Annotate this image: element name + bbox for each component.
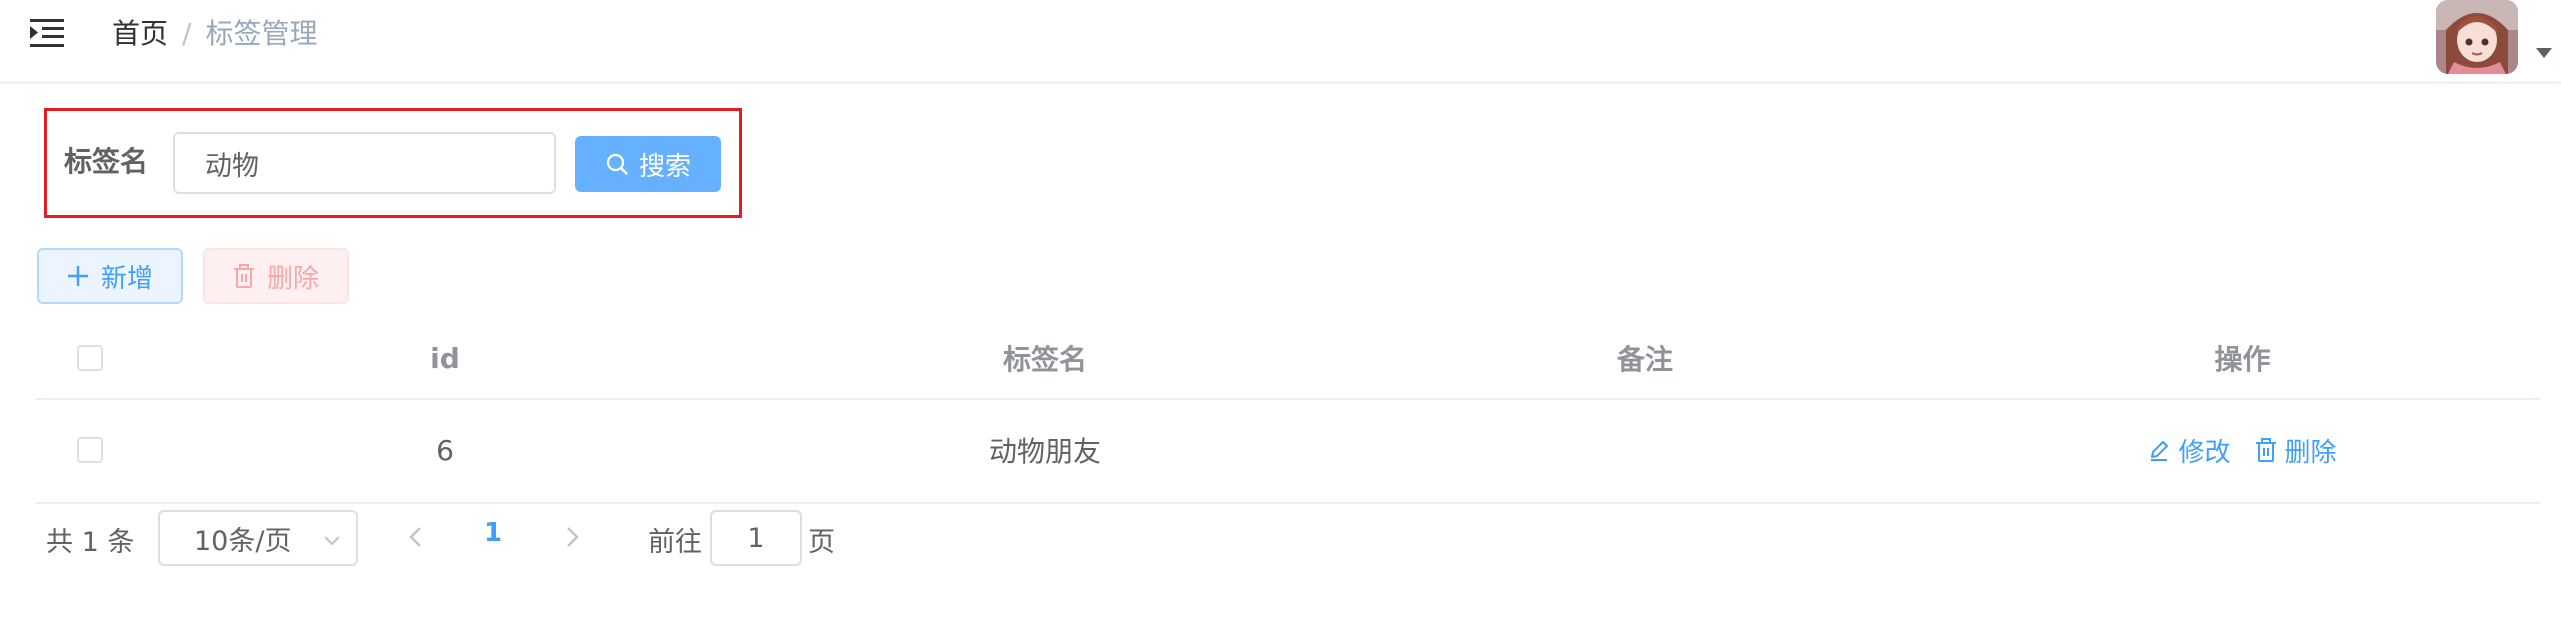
delete-link[interactable]: 删除 [2255,432,2337,469]
column-header-actions: 操作 [2214,343,2271,376]
header-checkbox-cell [35,318,145,398]
chevron-left-icon[interactable] [404,520,428,554]
tag-name-input[interactable] [173,132,556,194]
breadcrumb-current: 标签管理 [205,17,318,50]
table-header: id 标签名 备注 操作 [35,318,2540,400]
navbar: 首页 / 标签管理 [0,0,2561,83]
search-button-label: 搜索 [638,151,691,182]
goto-label: 前往 [648,527,702,558]
search-button[interactable]: 搜索 [575,136,721,192]
goto-page-input[interactable] [710,510,802,566]
edit-label: 修改 [2178,437,2231,468]
edit-icon [2151,441,2169,461]
cell-id: 6 [436,433,454,467]
select-all-checkbox[interactable] [77,345,103,371]
trash-icon [2255,438,2276,462]
cell-actions: 修改 删除 [1945,398,2540,502]
chevron-right-icon[interactable] [560,520,584,554]
column-header-id: id [430,341,460,375]
add-button-label: 新增 [100,263,153,294]
breadcrumb-separator: / [182,17,192,50]
trash-icon [233,264,254,288]
column-header-name: 标签名 [1002,343,1087,376]
edit-link[interactable]: 修改 [2148,432,2231,469]
pagination-total: 共 1 条 [46,527,135,558]
avatar[interactable] [2436,0,2518,74]
search-icon [606,153,628,175]
breadcrumb-home[interactable]: 首页 [112,17,168,50]
page-suffix: 页 [808,527,835,558]
batch-delete-label: 删除 [266,263,319,294]
table-row: 6 动物朋友 修改 删除 [35,398,2540,504]
pagination: 共 1 条 10条/页 1 前往 页 [0,506,2561,570]
menu-toggle-icon[interactable] [30,18,64,48]
column-header-remark: 备注 [1616,343,1673,376]
search-label: 标签名 [64,145,149,178]
caret-down-icon[interactable] [2536,48,2552,58]
chevron-down-icon [324,536,340,546]
cell-remark [1345,398,1945,502]
plus-icon [67,266,88,286]
page-size-select[interactable]: 10条/页 [158,510,358,566]
row-checkbox-cell [35,398,145,502]
page-size-value: 10条/页 [194,525,292,557]
page-number-current[interactable]: 1 [484,518,502,548]
cell-name: 动物朋友 [988,435,1101,468]
breadcrumb: 首页 / 标签管理 [112,14,317,54]
add-button[interactable]: 新增 [37,248,183,304]
delete-label: 删除 [2284,437,2337,468]
batch-delete-button[interactable]: 删除 [203,248,349,304]
row-checkbox[interactable] [77,437,103,463]
